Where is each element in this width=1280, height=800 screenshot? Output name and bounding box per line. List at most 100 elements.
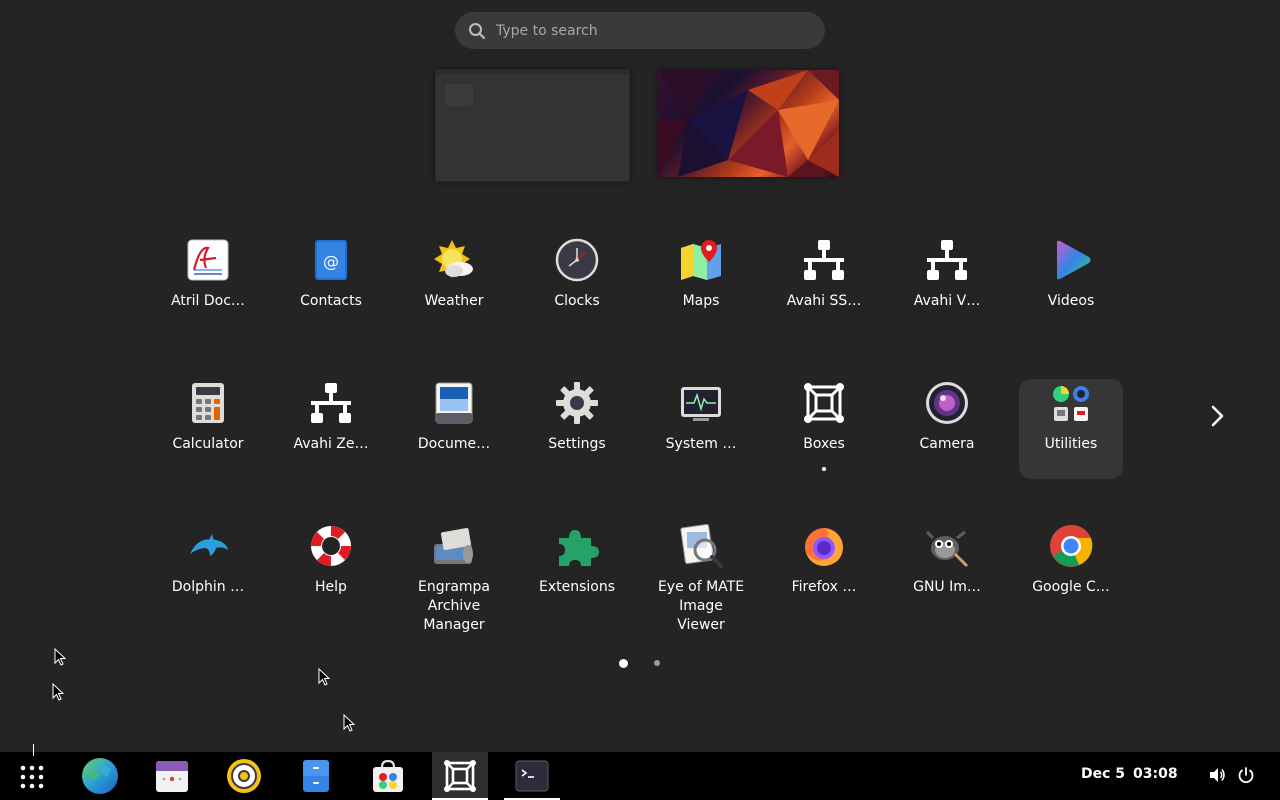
app-label: Extensions [538, 579, 616, 595]
workspace-window-preview [445, 84, 473, 106]
calendar-icon [156, 761, 188, 792]
app-eye-of-mate-image-viewer[interactable]: Eye of MATE Image Viewer [649, 522, 753, 633]
mouse-cursor-icon [54, 648, 66, 666]
dolphin-icon [190, 534, 228, 556]
show-apps-button[interactable] [4, 752, 60, 800]
mouse-cursor-icon [343, 714, 355, 732]
app-label: Settings [548, 436, 606, 452]
network-icon [804, 240, 844, 280]
app-label: Boxes [803, 436, 845, 452]
boxes-icon [444, 760, 476, 792]
app-system[interactable]: System … [649, 379, 753, 479]
music-player-icon [227, 759, 261, 793]
app-label: Eye of MATE Image Viewer [657, 579, 745, 633]
app-weather[interactable]: Weather [402, 236, 506, 336]
network-icon [311, 383, 351, 423]
app-camera[interactable]: Camera [895, 379, 999, 479]
app-firefox[interactable]: Firefox … [772, 522, 876, 622]
app-label: Clocks [554, 293, 600, 309]
page-indicator-2[interactable] [654, 660, 660, 666]
app-atril-doc[interactable]: Atril Doc… [156, 236, 260, 336]
app-label: GNU Im… [913, 579, 981, 595]
app-videos[interactable]: Videos [1019, 236, 1123, 336]
app-google-c[interactable]: Google C… [1019, 522, 1123, 622]
app-label: Help [315, 579, 347, 595]
app-settings[interactable]: Settings [525, 379, 629, 479]
clock[interactable]: Dec 5 03:08 [1081, 766, 1178, 782]
app-label: Google C… [1032, 579, 1110, 595]
calculator-icon [192, 383, 224, 423]
taskbar-calendar[interactable] [144, 752, 200, 800]
app-label: Dolphin … [171, 579, 245, 595]
maps-icon [681, 240, 721, 280]
running-dot [822, 467, 826, 471]
taskbar-boxes[interactable] [432, 752, 488, 800]
workspace-thumbnail-2[interactable] [658, 70, 839, 177]
app-engrampa-archive-manager[interactable]: Engrampa Archive Manager [402, 522, 506, 633]
camera-icon [926, 382, 968, 424]
taskbar-files[interactable] [288, 752, 344, 800]
app-label: Camera [919, 436, 975, 452]
app-label: Docume… [417, 436, 491, 452]
time-label: 03:08 [1133, 766, 1178, 782]
app-calculator[interactable]: Calculator [156, 379, 260, 479]
search-input[interactable] [496, 12, 796, 49]
grid-icon [20, 765, 44, 789]
software-store-icon [373, 759, 403, 792]
network-icon [927, 240, 967, 280]
taskbar-music[interactable] [216, 752, 272, 800]
volume-icon[interactable] [1208, 766, 1226, 784]
app-label: Maps [682, 293, 720, 309]
app-dolphin[interactable]: Dolphin … [156, 522, 260, 622]
gimp-icon [925, 530, 969, 568]
app-extensions[interactable]: Extensions [525, 522, 629, 622]
app-label: System … [665, 436, 737, 452]
chevron-right-icon[interactable] [1204, 403, 1230, 429]
contacts-icon: @ [315, 240, 347, 280]
app-gnu-im[interactable]: GNU Im… [895, 522, 999, 622]
app-avahi-ss[interactable]: Avahi SS… [772, 236, 876, 336]
chrome-icon [1050, 524, 1093, 567]
workspace-thumbnail-1[interactable] [435, 69, 630, 182]
app-maps[interactable]: Maps [649, 236, 753, 336]
taskbar-globe[interactable] [72, 752, 128, 800]
puzzle-icon [559, 530, 599, 566]
app-boxes[interactable]: Boxes [772, 379, 876, 479]
wallpaper-preview [658, 70, 839, 177]
app-label: Avahi V… [913, 293, 981, 309]
app-label: Atril Doc… [171, 293, 245, 309]
power-icon[interactable] [1237, 766, 1255, 784]
app-label: Engrampa Archive Manager [417, 579, 491, 633]
search-icon [469, 23, 486, 40]
svg-text:@: @ [323, 252, 339, 271]
app-utilities[interactable]: Utilities [1019, 379, 1123, 479]
app-label: Contacts [300, 293, 362, 309]
search-bar[interactable] [455, 12, 825, 49]
app-avahi-v[interactable]: Avahi V… [895, 236, 999, 336]
archive-manager-icon [434, 528, 473, 564]
workspace-window-bar [436, 70, 629, 74]
app-clocks[interactable]: Clocks [525, 236, 629, 336]
app-label: Utilities [1044, 436, 1098, 452]
mouse-cursor-icon [318, 668, 330, 686]
clocks-icon [555, 238, 599, 282]
app-label: Calculator [172, 436, 244, 452]
app-label: Videos [1047, 293, 1095, 309]
system-monitor-icon [681, 387, 721, 421]
videos-icon [1057, 240, 1091, 280]
terminal-icon [515, 760, 549, 792]
page-indicator-1[interactable] [619, 659, 628, 668]
app-contacts[interactable]: @ Contacts [279, 236, 383, 336]
app-docume[interactable]: Docume… [402, 379, 506, 479]
gear-icon [556, 382, 598, 424]
app-label: Avahi Ze… [293, 436, 369, 452]
boxes-icon [804, 383, 844, 423]
app-label: Avahi SS… [786, 293, 862, 309]
taskbar-terminal[interactable] [504, 752, 560, 800]
taskbar-software[interactable] [360, 752, 416, 800]
document-scanner-icon [435, 382, 473, 424]
app-avahi-ze[interactable]: Avahi Ze… [279, 379, 383, 479]
weather-icon [434, 240, 473, 278]
app-help[interactable]: Help [279, 522, 383, 622]
date-label: Dec 5 [1081, 766, 1126, 782]
